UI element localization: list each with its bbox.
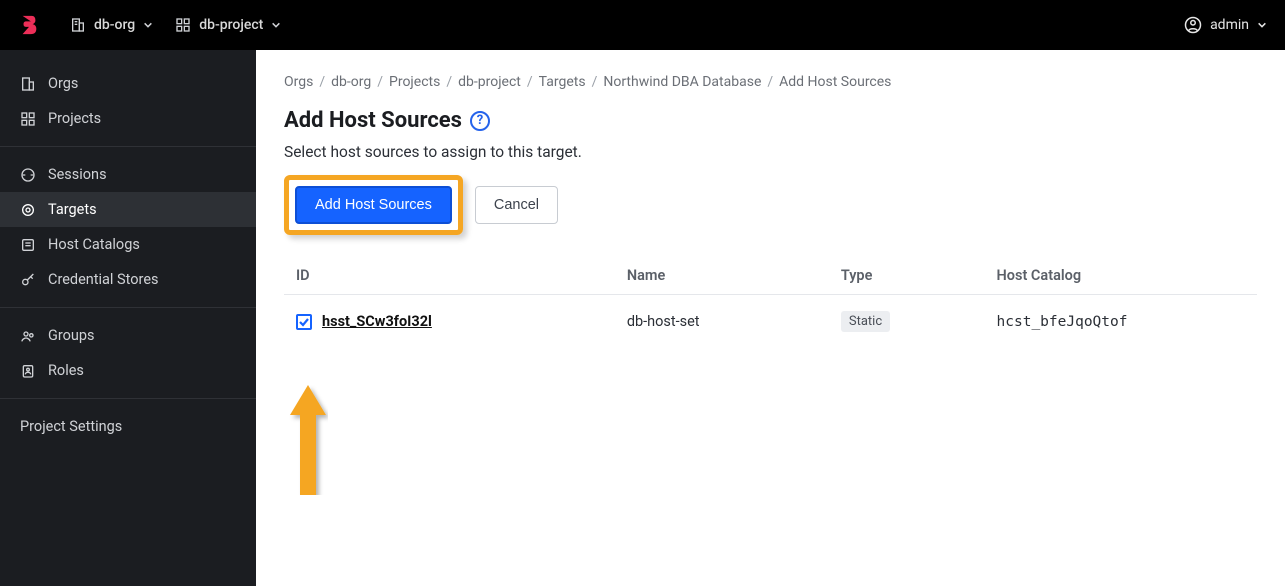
org-selector[interactable]: db-org xyxy=(70,17,153,33)
sidebar-item-label: Project Settings xyxy=(20,418,122,435)
user-name: admin xyxy=(1210,17,1249,33)
add-host-sources-button[interactable]: Add Host Sources xyxy=(295,186,452,224)
table-header-name: Name xyxy=(615,257,829,295)
host-source-id-link[interactable]: hsst_SCw3foI32l xyxy=(322,313,432,330)
user-menu[interactable]: admin xyxy=(1184,16,1267,34)
chevron-down-icon xyxy=(1257,20,1267,30)
building-icon xyxy=(20,76,36,92)
breadcrumb-item[interactable]: db-project xyxy=(458,74,521,90)
breadcrumb-item[interactable]: Orgs xyxy=(284,74,313,90)
table-header-id: ID xyxy=(284,257,615,295)
annotation-highlight: Add Host Sources xyxy=(284,175,463,235)
page-title: Add Host Sources xyxy=(284,108,462,133)
topbar: db-org db-project admin xyxy=(0,0,1285,50)
table-row: hsst_SCw3foI32l db-host-set Static hcst_… xyxy=(284,295,1257,349)
breadcrumb-item[interactable]: Add Host Sources xyxy=(779,74,891,90)
sidebar-item-label: Credential Stores xyxy=(48,271,159,288)
chevron-down-icon xyxy=(143,20,153,30)
key-icon xyxy=(20,272,36,288)
sidebar-item-label: Projects xyxy=(48,110,101,127)
sidebar-item-label: Roles xyxy=(48,362,84,379)
cancel-button[interactable]: Cancel xyxy=(475,186,558,224)
sidebar-item-orgs[interactable]: Orgs xyxy=(0,66,256,101)
sidebar-item-host-catalogs[interactable]: Host Catalogs xyxy=(0,227,256,262)
roles-icon xyxy=(20,363,36,379)
main-content: Orgs/ db-org/ Projects/ db-project/ Targ… xyxy=(256,50,1285,586)
sidebar-item-sessions[interactable]: Sessions xyxy=(0,157,256,192)
sidebar-item-projects[interactable]: Projects xyxy=(0,101,256,136)
sidebar-item-credential-stores[interactable]: Credential Stores xyxy=(0,262,256,297)
host-sources-table: ID Name Type Host Catalog hsst_SCw3foI32… xyxy=(284,257,1257,348)
groups-icon xyxy=(20,328,36,344)
sidebar-item-label: Targets xyxy=(48,201,97,218)
sidebar-item-targets[interactable]: Targets xyxy=(0,192,256,227)
row-checkbox[interactable] xyxy=(296,314,312,330)
user-icon xyxy=(1184,16,1202,34)
breadcrumb-item[interactable]: Projects xyxy=(389,74,440,90)
host-source-type-badge: Static xyxy=(841,311,890,332)
target-icon xyxy=(20,202,36,218)
app-logo xyxy=(18,14,40,36)
breadcrumb-item[interactable]: db-org xyxy=(331,74,371,90)
catalog-icon xyxy=(20,237,36,253)
chevron-down-icon xyxy=(271,20,281,30)
check-icon xyxy=(298,316,310,328)
sidebar-item-label: Host Catalogs xyxy=(48,236,140,253)
sidebar-item-project-settings[interactable]: Project Settings xyxy=(0,409,256,444)
sidebar-item-groups[interactable]: Groups xyxy=(0,318,256,353)
sidebar-item-label: Groups xyxy=(48,327,95,344)
breadcrumb-item[interactable]: Targets xyxy=(539,74,586,90)
breadcrumb: Orgs/ db-org/ Projects/ db-project/ Targ… xyxy=(284,74,1257,90)
sidebar-item-roles[interactable]: Roles xyxy=(0,353,256,388)
help-icon[interactable]: ? xyxy=(470,111,490,131)
breadcrumb-item[interactable]: Northwind DBA Database xyxy=(603,74,761,90)
table-header-type: Type xyxy=(829,257,985,295)
sessions-icon xyxy=(20,167,36,183)
project-name: db-project xyxy=(199,17,263,33)
sidebar-item-label: Sessions xyxy=(48,166,107,183)
host-source-name: db-host-set xyxy=(615,295,829,349)
grid-icon xyxy=(20,111,36,127)
project-selector[interactable]: db-project xyxy=(175,17,281,33)
table-header-catalog: Host Catalog xyxy=(985,257,1257,295)
org-name: db-org xyxy=(94,17,135,33)
host-catalog-id: hcst_bfeJqoQtof xyxy=(985,295,1257,349)
sidebar-item-label: Orgs xyxy=(48,75,78,92)
sidebar: Orgs Projects Sessions Targets Host Cata… xyxy=(0,50,256,586)
page-description: Select host sources to assign to this ta… xyxy=(284,143,1257,161)
